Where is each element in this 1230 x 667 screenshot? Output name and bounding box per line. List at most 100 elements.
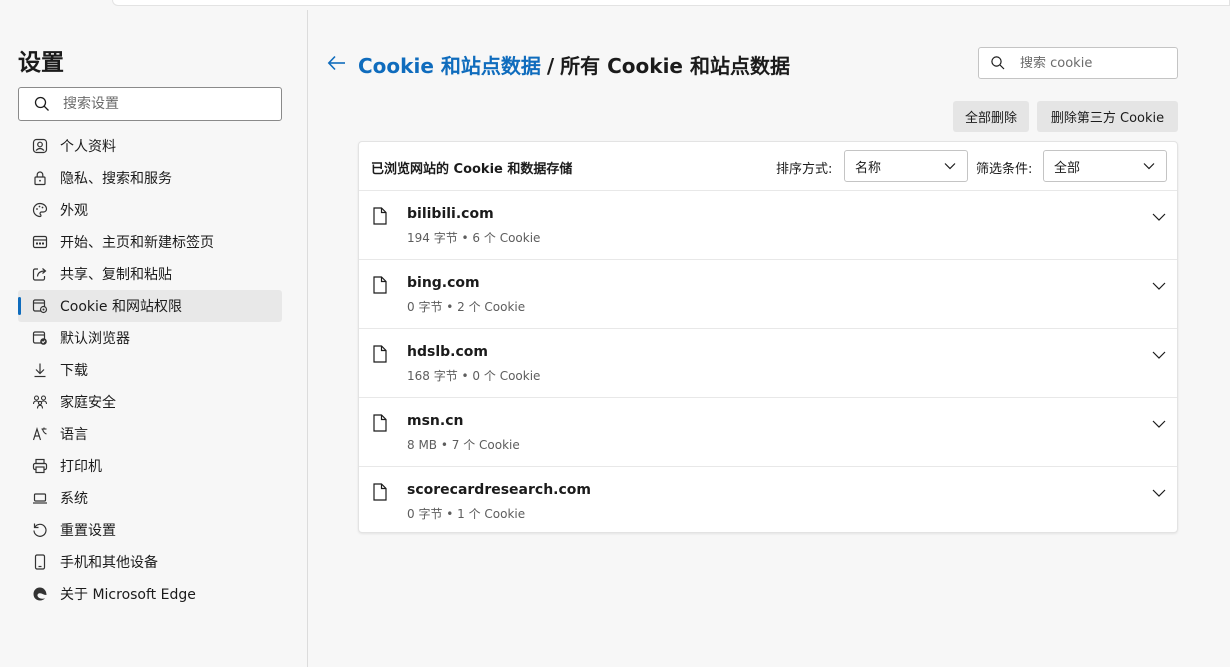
file-icon <box>373 483 387 501</box>
site-meta: 8 MB • 7 个 Cookie <box>407 438 520 452</box>
sidebar-item-label: 默认浏览器 <box>60 331 130 347</box>
chevron-down-icon[interactable] <box>1151 416 1167 432</box>
site-meta: 168 字节 • 0 个 Cookie <box>407 369 541 383</box>
site-meta: 194 字节 • 6 个 Cookie <box>407 231 541 245</box>
file-icon <box>373 207 387 225</box>
sidebar-item-family[interactable]: 家庭安全 <box>18 386 282 418</box>
sidebar-item-label: 共享、复制和粘贴 <box>60 267 172 283</box>
file-icon <box>373 414 387 432</box>
site-row[interactable]: bilibili.com 194 字节 • 6 个 Cookie <box>359 191 1177 260</box>
sidebar-item-label: 家庭安全 <box>60 395 116 411</box>
sidebar-item-about[interactable]: 关于 Microsoft Edge <box>18 578 282 610</box>
settings-nav: 个人资料 隐私、搜索和服务 外观 开始、主页和新建标签页 共享、复制和粘贴 Co… <box>18 130 282 610</box>
sidebar-item-label: Cookie 和网站权限 <box>60 299 182 315</box>
site-name: bing.com <box>407 275 480 291</box>
settings-sidebar: 设置 个人资料 隐私、搜索和服务 <box>0 10 308 667</box>
sidebar-item-privacy[interactable]: 隐私、搜索和服务 <box>18 162 282 194</box>
filter-value: 全部 <box>1054 160 1081 176</box>
cookie-search-box[interactable] <box>978 47 1178 79</box>
site-meta: 0 字节 • 1 个 Cookie <box>407 507 526 521</box>
sidebar-item-phone[interactable]: 手机和其他设备 <box>18 546 282 578</box>
delete-third-party-cookies-button[interactable]: 删除第三方 Cookie <box>1037 101 1178 132</box>
sidebar-item-label: 重置设置 <box>60 523 116 539</box>
breadcrumb-separator: / <box>546 54 555 78</box>
printer-icon <box>32 458 48 474</box>
site-name: scorecardresearch.com <box>407 482 591 498</box>
sidebar-item-reset[interactable]: 重置设置 <box>18 514 282 546</box>
sidebar-item-system[interactable]: 系统 <box>18 482 282 514</box>
search-icon <box>991 56 1005 70</box>
sort-label: 排序方式: <box>776 162 833 177</box>
reset-icon <box>33 523 47 537</box>
chevron-down-icon[interactable] <box>1151 278 1167 294</box>
cookie-permissions-icon <box>32 299 48 314</box>
palette-icon <box>32 202 48 218</box>
site-row[interactable]: bing.com 0 字节 • 2 个 Cookie <box>359 260 1177 329</box>
cookies-card: 已浏览网站的 Cookie 和数据存储 排序方式: 名称 筛选条件: 全部 bi… <box>358 141 1178 533</box>
download-icon <box>34 363 46 378</box>
sort-value: 名称 <box>855 160 882 176</box>
sidebar-item-languages[interactable]: 语言 <box>18 418 282 450</box>
system-icon <box>33 493 47 504</box>
chevron-down-icon <box>1143 163 1155 170</box>
phone-icon <box>34 554 46 570</box>
sidebar-item-cookies[interactable]: Cookie 和网站权限 <box>18 290 282 322</box>
sidebar-item-label: 手机和其他设备 <box>60 555 158 571</box>
sidebar-item-default-browser[interactable]: 默认浏览器 <box>18 322 282 354</box>
profile-icon <box>32 138 48 154</box>
delete-all-button[interactable]: 全部删除 <box>953 101 1029 132</box>
chevron-down-icon[interactable] <box>1151 209 1167 225</box>
filter-dropdown[interactable]: 全部 <box>1043 150 1167 182</box>
site-row[interactable]: scorecardresearch.com 0 字节 • 1 个 Cookie <box>359 467 1177 536</box>
chevron-down-icon[interactable] <box>1151 485 1167 501</box>
site-row[interactable]: hdslb.com 168 字节 • 0 个 Cookie <box>359 329 1177 398</box>
settings-search-box[interactable] <box>18 87 282 121</box>
sort-dropdown[interactable]: 名称 <box>844 150 968 182</box>
language-icon <box>32 427 47 441</box>
search-icon <box>34 96 49 111</box>
site-name: hdslb.com <box>407 344 488 360</box>
family-icon <box>32 395 48 409</box>
sidebar-item-share[interactable]: 共享、复制和粘贴 <box>18 258 282 290</box>
sidebar-item-label: 关于 Microsoft Edge <box>60 587 196 603</box>
site-meta: 0 字节 • 2 个 Cookie <box>407 300 526 314</box>
sidebar-item-label: 开始、主页和新建标签页 <box>60 235 214 251</box>
share-icon <box>32 268 47 281</box>
sidebar-item-printers[interactable]: 打印机 <box>18 450 282 482</box>
home-tabs-icon <box>32 235 48 249</box>
filter-label: 筛选条件: <box>976 162 1033 177</box>
breadcrumb: Cookie 和站点数据 / 所有 Cookie 和站点数据 <box>358 50 790 79</box>
sidebar-item-label: 隐私、搜索和服务 <box>60 171 172 187</box>
sidebar-item-label: 下载 <box>60 363 88 379</box>
site-name: msn.cn <box>407 413 464 429</box>
sidebar-item-label: 个人资料 <box>60 139 116 155</box>
tab-strip-edge <box>112 0 1230 6</box>
sidebar-item-label: 外观 <box>60 203 88 219</box>
chevron-down-icon <box>944 163 956 170</box>
chevron-down-icon[interactable] <box>1151 347 1167 363</box>
settings-search-input[interactable] <box>63 96 281 112</box>
card-title: 已浏览网站的 Cookie 和数据存储 <box>371 162 573 177</box>
breadcrumb-link-cookies[interactable]: Cookie 和站点数据 <box>358 54 541 78</box>
sidebar-item-start-home[interactable]: 开始、主页和新建标签页 <box>18 226 282 258</box>
page-title: 所有 Cookie 和站点数据 <box>560 54 790 78</box>
file-icon <box>373 345 387 363</box>
settings-title: 设置 <box>18 50 64 76</box>
default-browser-icon <box>32 331 47 345</box>
sidebar-item-downloads[interactable]: 下载 <box>18 354 282 386</box>
file-icon <box>373 276 387 294</box>
cookie-search-input[interactable] <box>1020 55 1177 71</box>
sidebar-item-label: 打印机 <box>60 459 102 475</box>
window-top-strip <box>0 0 1230 10</box>
main-content: Cookie 和站点数据/所有 Cookie 和站点数据 全部删除 删除第三方 … <box>309 10 1230 667</box>
sidebar-item-appearance[interactable]: 外观 <box>18 194 282 226</box>
sidebar-item-label: 系统 <box>60 491 88 507</box>
edge-icon <box>33 587 47 601</box>
site-row[interactable]: msn.cn 8 MB • 7 个 Cookie <box>359 398 1177 467</box>
sidebar-item-label: 语言 <box>60 427 88 443</box>
sidebar-item-profile[interactable]: 个人资料 <box>18 130 282 162</box>
site-name: bilibili.com <box>407 206 494 222</box>
lock-icon <box>34 171 46 186</box>
card-header: 已浏览网站的 Cookie 和数据存储 排序方式: 名称 筛选条件: 全部 <box>359 142 1177 191</box>
back-arrow-icon[interactable] <box>327 53 347 73</box>
